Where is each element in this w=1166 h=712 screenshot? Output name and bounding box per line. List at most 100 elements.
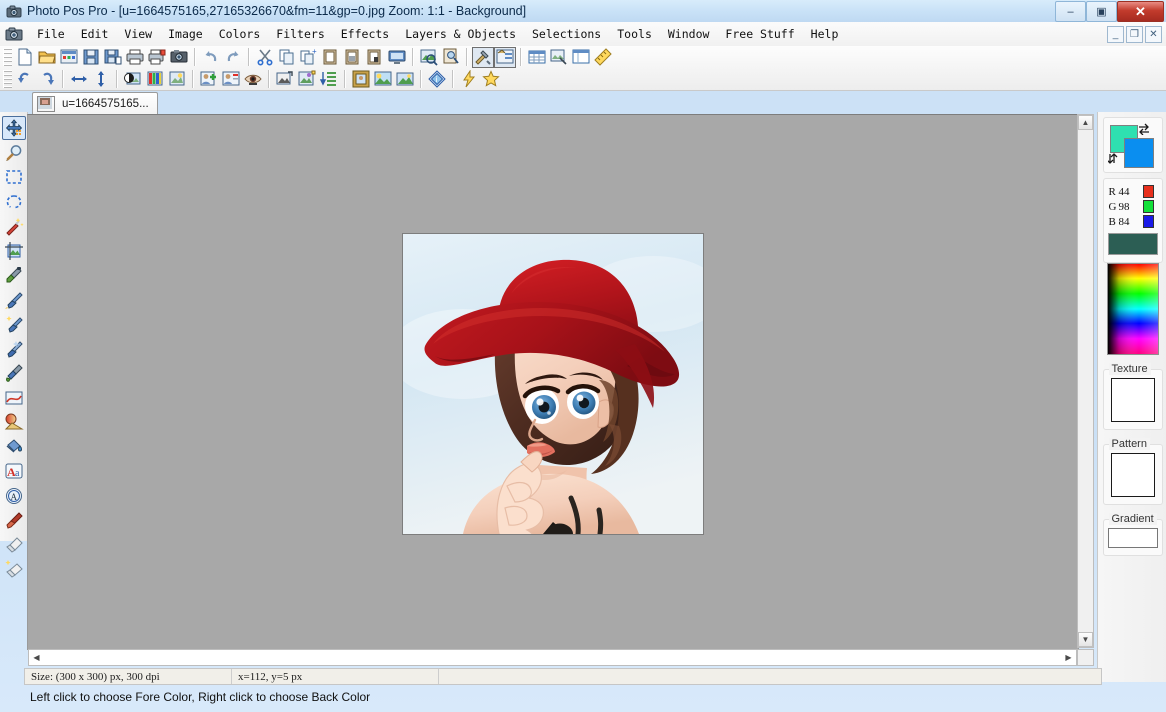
paste-icon[interactable]	[320, 47, 342, 68]
tool-crop[interactable]	[2, 239, 26, 263]
canvas-size-icon[interactable]	[296, 69, 318, 90]
rotate-left-icon[interactable]	[14, 69, 36, 90]
tool-magic-eraser[interactable]	[2, 557, 26, 581]
menu-edit[interactable]: Edit	[73, 24, 117, 44]
channel-chip-g[interactable]	[1142, 200, 1154, 213]
undo-icon[interactable]	[200, 47, 222, 68]
redo-icon[interactable]	[222, 47, 244, 68]
tool-paint-bucket[interactable]	[2, 435, 26, 459]
color-spectrum[interactable]	[1106, 263, 1159, 355]
paste-into-icon[interactable]	[342, 47, 364, 68]
camera-import-icon[interactable]	[168, 47, 190, 68]
flip-horizontal-icon[interactable]	[68, 69, 90, 90]
texture-swatch[interactable]	[1110, 378, 1155, 422]
menu-view[interactable]: View	[116, 24, 160, 44]
menu-colors[interactable]: Colors	[211, 24, 269, 44]
tool-effect-brush[interactable]	[2, 312, 26, 336]
swap-arrows-icon[interactable]	[1138, 123, 1150, 135]
tool-retouch[interactable]	[2, 361, 26, 385]
gradient-swatch[interactable]	[1107, 528, 1158, 548]
zoom-image-icon[interactable]	[418, 47, 440, 68]
picture-frame-icon[interactable]	[350, 69, 372, 90]
mdi-close-button[interactable]: ✕	[1145, 26, 1162, 43]
screen-capture-icon[interactable]	[386, 47, 408, 68]
cut-scissors-icon[interactable]	[254, 47, 276, 68]
new-file-icon[interactable]	[14, 47, 36, 68]
menu-window[interactable]: Window	[660, 24, 718, 44]
histogram-icon[interactable]	[570, 47, 592, 68]
scroll-down-arrow[interactable]: ▼	[1078, 632, 1093, 647]
photo-collage-icon[interactable]	[394, 69, 416, 90]
minimize-button[interactable]: –	[1055, 1, 1086, 22]
print-icon[interactable]	[124, 47, 146, 68]
close-button[interactable]: ✕	[1117, 1, 1164, 22]
menu-image[interactable]: Image	[160, 24, 211, 44]
vertical-scrollbar[interactable]: ▲ ▼	[1077, 114, 1094, 648]
channel-chip-b[interactable]	[1142, 215, 1154, 228]
save-as-icon[interactable]	[102, 47, 124, 68]
brightness-contrast-icon[interactable]	[122, 69, 144, 90]
current-color-bar[interactable]	[1107, 233, 1158, 255]
batch-process-icon[interactable]	[318, 69, 340, 90]
open-from-gallery-icon[interactable]	[58, 47, 80, 68]
copy-merged-icon[interactable]: +	[298, 47, 320, 68]
favorites-star-icon[interactable]	[480, 69, 502, 90]
tool-zoom[interactable]	[2, 141, 26, 165]
scroll-up-arrow[interactable]: ▲	[1078, 115, 1093, 130]
save-icon[interactable]	[80, 47, 102, 68]
menu-help[interactable]: Help	[803, 24, 847, 44]
tool-magic-wand[interactable]	[2, 214, 26, 238]
tool-shapes[interactable]	[2, 386, 26, 410]
paste-as-new-icon[interactable]	[364, 47, 386, 68]
tool-move[interactable]	[1, 116, 26, 140]
horizontal-scrollbar[interactable]: ◀ ▶	[28, 649, 1077, 666]
mdi-restore-button[interactable]: ❐	[1126, 26, 1143, 43]
tool-options-icon[interactable]	[494, 46, 516, 68]
copy-icon[interactable]	[276, 47, 298, 68]
document-tab[interactable]: u=1664575165...	[32, 92, 158, 115]
scroll-right-arrow[interactable]: ▶	[1061, 650, 1076, 665]
menu-selections[interactable]: Selections	[524, 24, 609, 44]
image-artboard[interactable]	[403, 234, 703, 534]
red-eye-icon[interactable]	[242, 69, 264, 90]
navigator-icon[interactable]	[548, 47, 570, 68]
foreground-color-swatch[interactable]	[1123, 138, 1154, 168]
tool-gradient[interactable]	[2, 410, 26, 434]
add-portrait-icon[interactable]	[198, 69, 220, 90]
toolbar-grip[interactable]	[3, 70, 12, 88]
tool-rect-select[interactable]	[2, 165, 26, 189]
menu-file[interactable]: File	[29, 24, 73, 44]
scroll-left-arrow[interactable]: ◀	[29, 650, 44, 665]
color-balance-icon[interactable]	[144, 69, 166, 90]
tool-paintbrush[interactable]	[2, 288, 26, 312]
image-resize-icon[interactable]	[274, 69, 296, 90]
tool-vector-object[interactable]: A	[2, 484, 26, 508]
channel-chip-r[interactable]	[1142, 185, 1154, 198]
preview-image-icon[interactable]	[440, 47, 462, 68]
menu-tools[interactable]: Tools	[609, 24, 660, 44]
quick-action-icon[interactable]	[458, 69, 480, 90]
pattern-swatch[interactable]	[1110, 453, 1155, 497]
maximize-button[interactable]: ▣	[1086, 1, 1117, 22]
toolbar-grip[interactable]	[3, 48, 12, 66]
tool-eraser[interactable]	[2, 533, 26, 557]
tool-text[interactable]: Aa	[2, 459, 26, 483]
rotate-right-icon[interactable]	[36, 69, 58, 90]
print-multiple-icon[interactable]	[146, 47, 168, 68]
open-folder-icon[interactable]	[36, 47, 58, 68]
tool-lasso-select[interactable]	[2, 190, 26, 214]
menu-effects[interactable]: Effects	[333, 24, 397, 44]
scenery-effects-icon[interactable]	[372, 69, 394, 90]
id-card-icon[interactable]	[220, 69, 242, 90]
menu-layers-objects[interactable]: Layers & Objects	[397, 24, 524, 44]
tool-eyedropper[interactable]	[2, 263, 26, 287]
ruler-icon[interactable]	[592, 47, 614, 68]
mdi-minimize-button[interactable]: _	[1107, 26, 1124, 43]
info-diamond-icon[interactable]: i	[426, 69, 448, 90]
flip-vertical-icon[interactable]	[90, 69, 112, 90]
tools-hammer-icon[interactable]	[472, 46, 494, 68]
tool-clone-brush[interactable]	[2, 337, 26, 361]
tool-smudge[interactable]	[2, 508, 26, 532]
menu-free-stuff[interactable]: Free Stuff	[717, 24, 802, 44]
menu-filters[interactable]: Filters	[268, 24, 332, 44]
